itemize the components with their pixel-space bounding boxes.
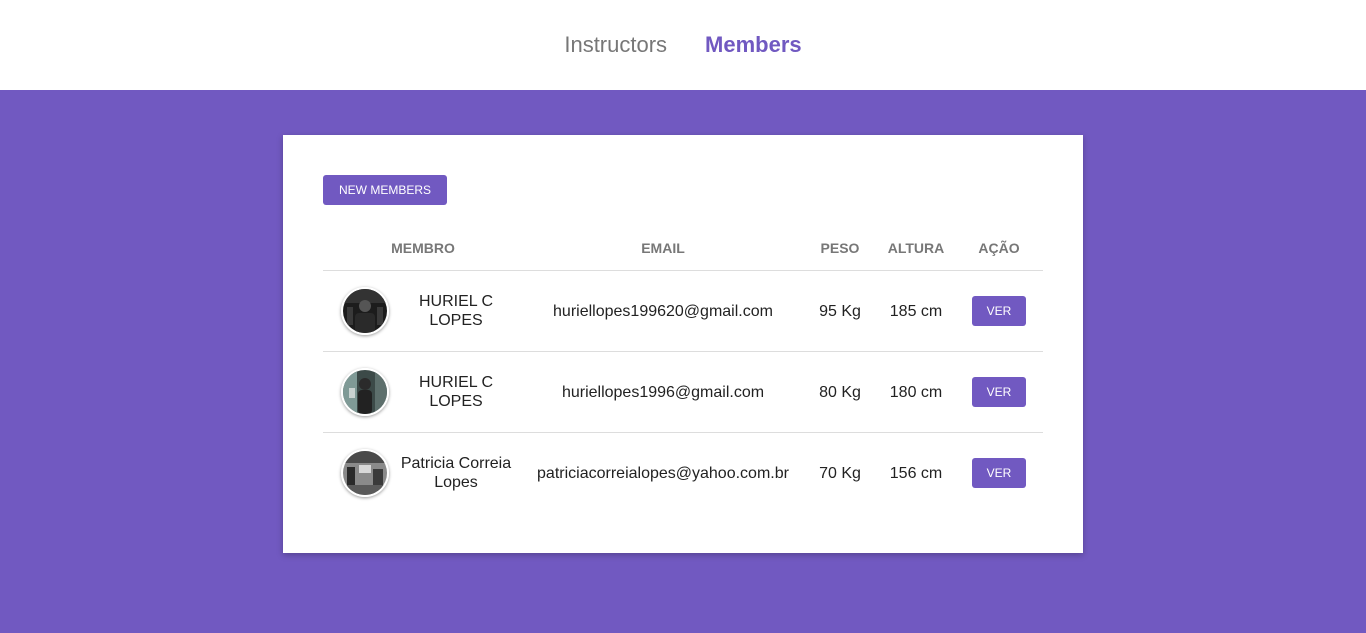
table-row: Patricia Correia Lopes patriciacorreialo… xyxy=(323,433,1043,514)
members-card: NEW MEMBERS MEMBRO EMAIL PESO ALTURA AÇÃ… xyxy=(283,135,1083,553)
member-email: huriellopes199620@gmail.com xyxy=(523,270,803,352)
view-member-button[interactable]: VER xyxy=(972,296,1026,326)
member-height: 185 cm xyxy=(877,270,955,352)
new-members-button[interactable]: NEW MEMBERS xyxy=(323,175,448,205)
column-header-membro: MEMBRO xyxy=(323,225,523,271)
member-weight: 70 Kg xyxy=(819,464,861,482)
member-action-cell: VER xyxy=(955,270,1043,352)
avatar xyxy=(341,368,389,416)
avatar xyxy=(341,287,389,335)
avatar xyxy=(341,449,389,497)
member-cell: HURIEL C LOPES xyxy=(323,351,523,433)
member-email: huriellopes1996@gmail.com xyxy=(523,351,803,433)
member-weight: 80 Kg xyxy=(803,351,877,433)
member-weight: 95 Kg xyxy=(803,270,877,352)
member-height: 156 cm xyxy=(889,464,943,482)
table-row: HURIEL C LOPES huriellopes1996@gmail.com… xyxy=(323,351,1043,433)
nav-link-instructors[interactable]: Instructors xyxy=(564,32,667,58)
member-name: HURIEL C LOPES xyxy=(418,293,494,329)
member-email: patriciacorreialopes@yahoo.com.br xyxy=(537,464,789,482)
view-member-button[interactable]: VER xyxy=(972,377,1026,407)
column-header-email: EMAIL xyxy=(523,225,803,271)
top-nav: Instructors Members xyxy=(0,0,1366,90)
view-member-button[interactable]: VER xyxy=(972,458,1026,488)
table-header-row: MEMBRO EMAIL PESO ALTURA AÇÃO xyxy=(323,225,1043,271)
member-name: Patricia Correia Lopes xyxy=(400,455,512,491)
table-row: HURIEL C LOPES huriellopes199620@gmail.c… xyxy=(323,270,1043,352)
column-header-altura: ALTURA xyxy=(877,225,955,271)
member-cell: Patricia Correia Lopes xyxy=(323,433,523,514)
member-name: HURIEL C LOPES xyxy=(418,374,494,410)
column-header-peso: PESO xyxy=(803,225,877,271)
member-height: 180 cm xyxy=(877,351,955,433)
member-action-cell: VER xyxy=(955,351,1043,433)
column-header-acao: AÇÃO xyxy=(955,225,1043,271)
members-table: MEMBRO EMAIL PESO ALTURA AÇÃO HURIEL C L… xyxy=(323,225,1043,513)
member-cell: HURIEL C LOPES xyxy=(323,270,523,352)
member-action-cell: VER xyxy=(955,433,1043,514)
nav-link-members[interactable]: Members xyxy=(705,32,802,58)
